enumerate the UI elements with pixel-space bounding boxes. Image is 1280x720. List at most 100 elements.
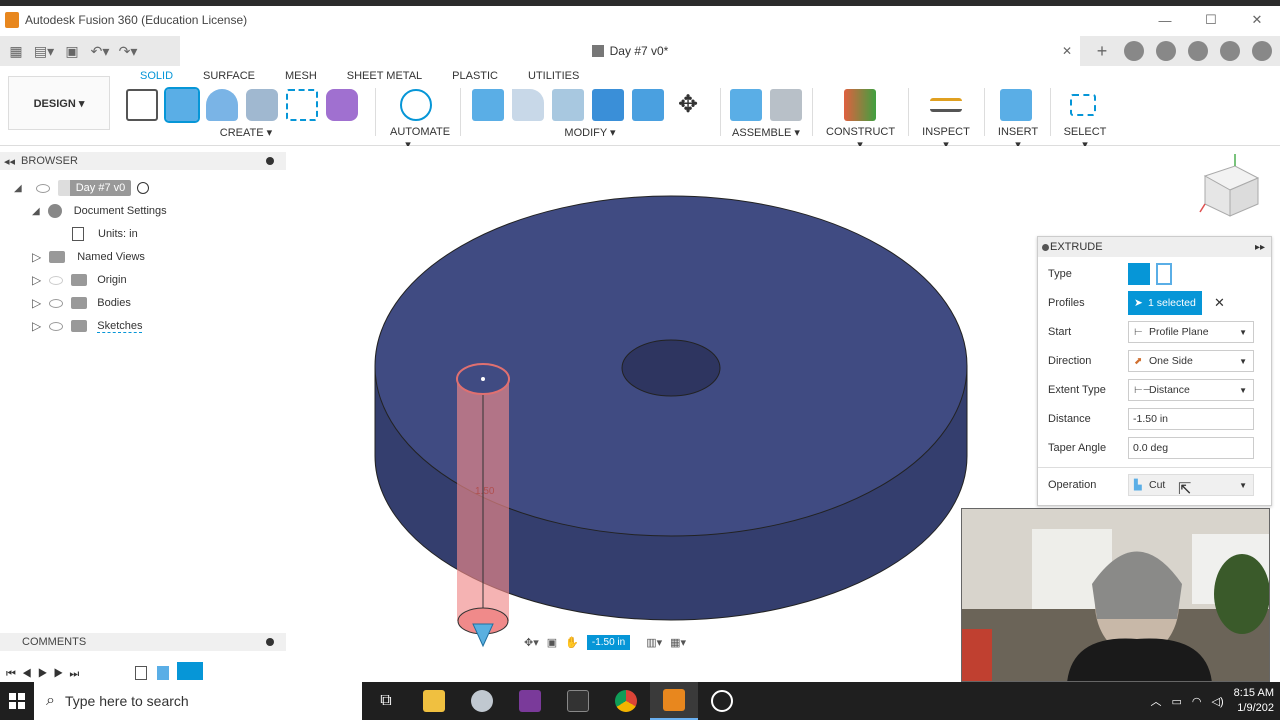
tree-item-sketches[interactable]: ▷ Sketches bbox=[32, 315, 143, 337]
expand-down-icon[interactable]: ◢ bbox=[14, 183, 22, 194]
rectangular-pattern-icon[interactable] bbox=[286, 89, 318, 121]
document-tab[interactable]: Day #7 v0* ✕ bbox=[180, 36, 1080, 66]
extent-dropdown[interactable]: ⊢⊣ Distance ▼ bbox=[1128, 379, 1254, 401]
tree-root[interactable]: ◢ Day #7 v0 bbox=[14, 177, 150, 199]
close-tab-icon[interactable]: ✕ bbox=[1062, 44, 1072, 58]
profiles-selection-button[interactable]: ➤ 1 selected bbox=[1128, 291, 1202, 315]
expand-right-icon[interactable]: ▷ bbox=[32, 273, 41, 287]
expand-right-icon[interactable]: ▷ bbox=[32, 250, 41, 264]
onenote-button[interactable] bbox=[506, 682, 554, 720]
move-icon[interactable]: ✥ bbox=[672, 89, 704, 121]
notifications-icon[interactable] bbox=[1188, 41, 1208, 61]
tab-sheet-metal[interactable]: SHEET METAL bbox=[347, 70, 452, 82]
extrude-icon[interactable] bbox=[164, 87, 200, 123]
look-at-icon[interactable]: ▣ bbox=[547, 636, 557, 649]
visibility-eye-icon[interactable] bbox=[49, 298, 64, 308]
visibility-eye-icon[interactable] bbox=[49, 321, 64, 331]
shell-icon[interactable] bbox=[552, 89, 584, 121]
distance-arrow-handle[interactable] bbox=[472, 623, 494, 648]
save-icon[interactable]: ▣ bbox=[60, 39, 84, 63]
view-cube[interactable] bbox=[1199, 154, 1260, 217]
clear-selection-icon[interactable]: ✕ bbox=[1214, 295, 1225, 311]
minimize-button[interactable]: — bbox=[1142, 6, 1188, 34]
maximize-button[interactable]: ☐ bbox=[1188, 6, 1234, 34]
insert-image-icon[interactable] bbox=[1000, 89, 1032, 121]
tab-mesh[interactable]: MESH bbox=[285, 70, 347, 82]
task-view-button[interactable]: ⧉ bbox=[362, 682, 410, 720]
start-button[interactable] bbox=[0, 682, 34, 720]
job-status-icon[interactable] bbox=[1156, 41, 1176, 61]
modify-menu[interactable]: MODIFY ▾ bbox=[472, 126, 708, 139]
activate-radio-icon[interactable] bbox=[137, 182, 150, 194]
tree-item-units[interactable]: Units: in bbox=[72, 223, 138, 245]
expand-right-icon[interactable]: ▷ bbox=[32, 319, 41, 333]
visibility-eye-icon[interactable] bbox=[49, 275, 64, 285]
add-comment-icon[interactable] bbox=[266, 638, 274, 646]
start-dropdown[interactable]: ⊢ Profile Plane ▼ bbox=[1128, 321, 1254, 343]
new-tab-icon[interactable]: + bbox=[1092, 41, 1112, 61]
taper-input[interactable]: 0.0 deg bbox=[1128, 437, 1254, 459]
combine-icon[interactable] bbox=[592, 89, 624, 121]
extensions-icon[interactable] bbox=[1124, 41, 1144, 61]
timeline-extrude-icon[interactable] bbox=[157, 666, 169, 680]
tab-solid[interactable]: SOLID bbox=[140, 70, 203, 82]
chrome-button[interactable] bbox=[602, 682, 650, 720]
direction-dropdown[interactable]: ⬈ One Side ▼ bbox=[1128, 350, 1254, 372]
clock[interactable]: 8:15 AM 1/9/202 bbox=[1234, 686, 1274, 716]
redo-icon[interactable]: ↷▾ bbox=[116, 39, 140, 63]
gmx-button[interactable] bbox=[554, 682, 602, 720]
extrude-header[interactable]: EXTRUDE ▸▸ bbox=[1038, 237, 1271, 257]
tab-plastic[interactable]: PLASTIC bbox=[452, 70, 528, 82]
hole-icon[interactable] bbox=[246, 89, 278, 121]
center-hole[interactable] bbox=[621, 339, 721, 397]
form-icon[interactable] bbox=[326, 89, 358, 121]
assemble-menu[interactable]: ASSEMBLE ▾ bbox=[730, 126, 802, 139]
visibility-eye-icon[interactable] bbox=[35, 183, 50, 193]
app-circle-button[interactable] bbox=[698, 682, 746, 720]
help-icon[interactable] bbox=[1220, 41, 1240, 61]
expand-dialog-icon[interactable]: ▸▸ bbox=[1255, 242, 1265, 253]
joint-icon[interactable] bbox=[770, 89, 802, 121]
grid-settings-icon[interactable]: ▦▾ bbox=[670, 636, 686, 649]
create-sketch-icon[interactable] bbox=[126, 89, 158, 121]
fillet-icon[interactable] bbox=[512, 89, 544, 121]
user-avatar[interactable] bbox=[1252, 41, 1272, 61]
chevron-up-icon[interactable]: ︿ bbox=[1151, 693, 1162, 709]
display-settings-icon[interactable]: ▥▾ bbox=[646, 636, 662, 649]
press-pull-icon[interactable] bbox=[472, 89, 504, 121]
close-window-button[interactable]: ✕ bbox=[1234, 6, 1280, 34]
tab-surface[interactable]: SURFACE bbox=[203, 70, 285, 82]
taskbar-search[interactable]: ⌕ Type here to search bbox=[34, 682, 362, 720]
workspace-switcher[interactable]: DESIGN ▾ bbox=[8, 76, 110, 130]
browser-header[interactable]: ◂◂ BROWSER bbox=[0, 152, 286, 170]
solid-type-icon[interactable] bbox=[1128, 263, 1150, 285]
pan-hand-icon[interactable]: ✋ bbox=[565, 636, 579, 649]
tab-utilities[interactable]: UTILITIES bbox=[528, 70, 609, 82]
battery-icon[interactable]: ▭ bbox=[1172, 695, 1182, 708]
undo-icon[interactable]: ↶▾ bbox=[88, 39, 112, 63]
app-button[interactable] bbox=[458, 682, 506, 720]
file-icon[interactable]: ▤▾ bbox=[32, 39, 56, 63]
collapse-browser-icon[interactable]: ◂◂ bbox=[4, 155, 15, 168]
orbit-icon[interactable]: ✥▾ bbox=[524, 636, 539, 649]
wifi-icon[interactable]: ◠ bbox=[1192, 695, 1202, 708]
timeline-controls[interactable]: ⏮◀▶▶⏭ bbox=[6, 668, 85, 681]
split-icon[interactable] bbox=[632, 89, 664, 121]
comments-header[interactable]: COMMENTS bbox=[0, 633, 286, 651]
automate-icon[interactable] bbox=[400, 89, 432, 121]
measure-icon[interactable] bbox=[930, 98, 962, 112]
new-component-icon[interactable] bbox=[730, 89, 762, 121]
timeline-sketch-icon[interactable] bbox=[135, 666, 147, 680]
volume-icon[interactable]: ◁) bbox=[1212, 695, 1224, 708]
file-explorer-button[interactable] bbox=[410, 682, 458, 720]
fusion-taskbar-button[interactable] bbox=[650, 682, 698, 720]
tree-item-document-settings[interactable]: ◢ Document Settings bbox=[32, 200, 167, 222]
offset-plane-icon[interactable] bbox=[844, 89, 876, 121]
tree-item-named-views[interactable]: ▷ Named Views bbox=[32, 246, 145, 268]
distance-input[interactable]: -1.50 in bbox=[1128, 408, 1254, 430]
tree-item-bodies[interactable]: ▷ Bodies bbox=[32, 292, 131, 314]
timeline-marker[interactable] bbox=[177, 662, 203, 680]
thin-type-icon[interactable] bbox=[1156, 263, 1172, 285]
dialog-pin-icon[interactable] bbox=[1042, 243, 1049, 251]
expand-down-icon[interactable]: ◢ bbox=[32, 206, 40, 217]
